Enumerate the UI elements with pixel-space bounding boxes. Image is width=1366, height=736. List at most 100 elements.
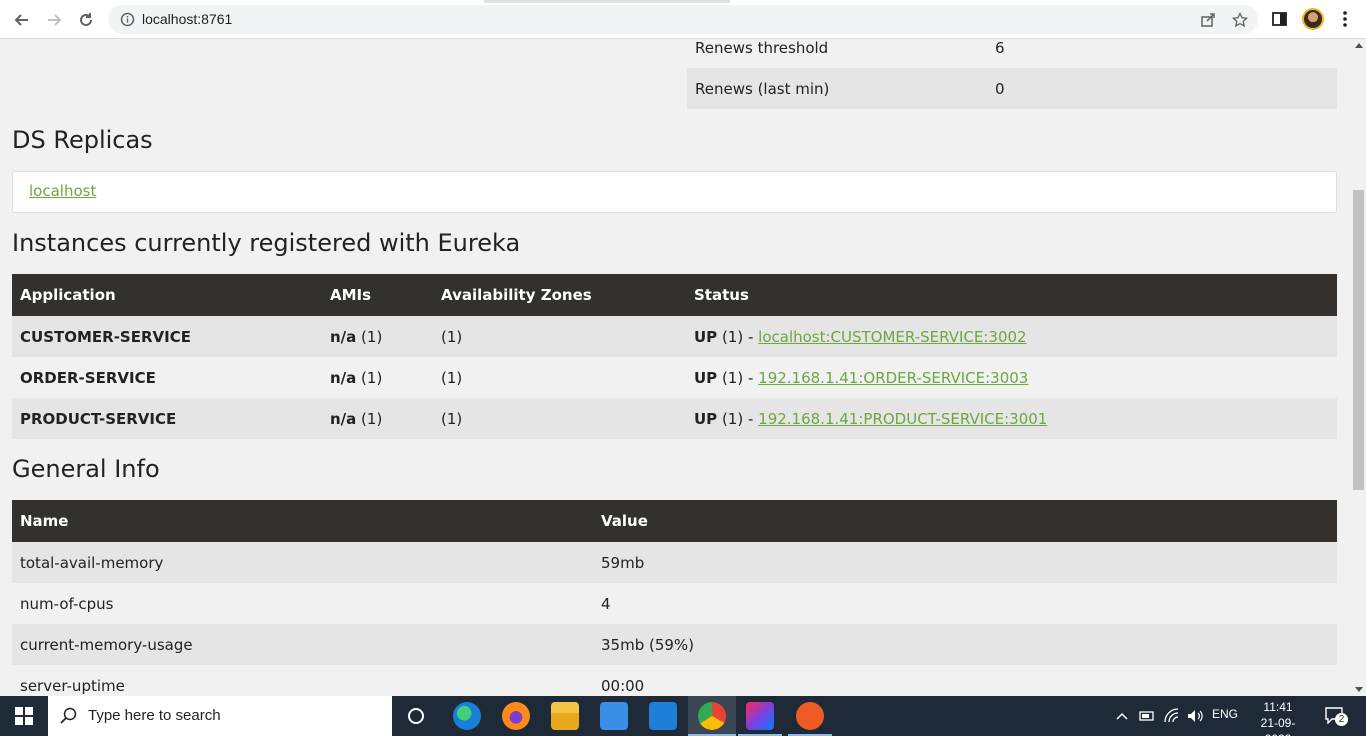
address-bar[interactable]: localhost:8761: [108, 5, 1258, 34]
replica-link[interactable]: localhost: [29, 182, 96, 200]
mail-icon[interactable]: [649, 702, 677, 730]
info-value: 35mb (59%): [593, 624, 1337, 665]
windows-logo-icon: [15, 707, 33, 725]
browser-toolbar: localhost:8761: [0, 0, 1366, 39]
general-info-heading: General Info: [12, 455, 160, 483]
status-value: 0: [995, 79, 1005, 98]
general-info-table: Name Value total-avail-memory 59mb num-o…: [12, 500, 1337, 696]
instance-link[interactable]: localhost:CUSTOMER-SERVICE:3002: [758, 328, 1026, 346]
status-label: Renews (last min): [695, 79, 830, 98]
vertical-scrollbar[interactable]: [1351, 39, 1366, 696]
clock-date: 21-09-2022: [1260, 716, 1296, 736]
page-content: Renews threshold 6 Renews (last min) 0 D…: [0, 39, 1351, 696]
taskbar-search[interactable]: Type here to search: [48, 696, 392, 736]
instance-link[interactable]: 192.168.1.41:PRODUCT-SERVICE:3001: [758, 410, 1047, 428]
back-icon[interactable]: [11, 9, 33, 31]
tab-strip-edge: [484, 0, 730, 3]
side-panel-icon[interactable]: [1270, 9, 1290, 29]
status-cell: UP (1) - 192.168.1.41:ORDER-SERVICE:3003: [686, 357, 1337, 398]
forward-icon[interactable]: [43, 9, 65, 31]
reload-icon[interactable]: [75, 9, 97, 31]
instances-header-row: Application AMIs Availability Zones Stat…: [12, 274, 1337, 316]
col-header-amis: AMIs: [322, 274, 433, 316]
col-header-application: Application: [12, 274, 322, 316]
ami-value: n/a: [330, 409, 357, 428]
app-name: PRODUCT-SERVICE: [12, 398, 322, 439]
status-up: UP: [694, 409, 718, 428]
site-info-icon[interactable]: [120, 12, 135, 27]
ami-cell: n/a (1): [322, 357, 433, 398]
table-row: current-memory-usage 35mb (59%): [12, 624, 1337, 665]
share-icon[interactable]: [1200, 12, 1216, 28]
taskbar-clock[interactable]: 11:41 21-09-2022: [1248, 699, 1308, 736]
status-value: 6: [995, 39, 1005, 57]
url-text[interactable]: localhost:8761: [142, 11, 232, 27]
info-name: current-memory-usage: [12, 624, 593, 665]
battery-icon[interactable]: [1138, 708, 1156, 724]
firefox-icon[interactable]: [502, 702, 530, 730]
ami-cell: n/a (1): [322, 398, 433, 439]
info-name: num-of-cpus: [12, 583, 593, 624]
task-view-icon[interactable]: [402, 702, 430, 730]
search-placeholder[interactable]: Type here to search: [88, 707, 221, 724]
app-name: ORDER-SERVICE: [12, 357, 322, 398]
ami-count: (1): [356, 327, 383, 346]
status-up: UP: [694, 327, 718, 346]
scrollbar-thumb[interactable]: [1353, 190, 1364, 490]
info-value: 4: [593, 583, 1337, 624]
status-up: UP: [694, 368, 718, 387]
ami-value: n/a: [330, 368, 357, 387]
clock-time: 11:41: [1263, 700, 1293, 714]
status-count: (1) -: [717, 409, 759, 428]
volume-icon[interactable]: [1186, 707, 1204, 725]
table-row: total-avail-memory 59mb: [12, 542, 1337, 583]
instances-heading: Instances currently registered with Eure…: [12, 229, 521, 257]
file-explorer-icon[interactable]: [551, 702, 579, 730]
wifi-icon[interactable]: [1163, 707, 1181, 725]
instances-table: Application AMIs Availability Zones Stat…: [12, 274, 1337, 439]
search-icon: [60, 707, 77, 724]
status-count: (1) -: [717, 368, 759, 387]
col-header-status: Status: [686, 274, 1337, 316]
instance-link[interactable]: 192.168.1.41:ORDER-SERVICE:3003: [758, 369, 1028, 387]
ami-value: n/a: [330, 327, 357, 346]
status-label: Renews threshold: [695, 39, 829, 57]
status-cell: UP (1) - localhost:CUSTOMER-SERVICE:3002: [686, 316, 1337, 357]
notification-badge: 2: [1335, 713, 1348, 726]
intellij-icon[interactable]: [746, 702, 774, 730]
bookmark-star-icon[interactable]: [1232, 12, 1248, 28]
postman-icon[interactable]: [796, 702, 824, 730]
menu-kebab-icon[interactable]: [1335, 9, 1355, 29]
windows-taskbar: Type here to search ENG 11:41 21-09-2022…: [0, 696, 1366, 736]
app-name: CUSTOMER-SERVICE: [12, 316, 322, 357]
microsoft-store-icon[interactable]: [600, 702, 628, 730]
ds-replicas-heading: DS Replicas: [12, 126, 153, 154]
col-header-value: Value: [593, 500, 1337, 542]
show-hidden-icons-icon[interactable]: [1115, 710, 1129, 722]
ami-count: (1): [356, 409, 383, 428]
ami-count: (1): [356, 368, 383, 387]
status-row: Renews threshold 6: [687, 39, 1337, 68]
start-button[interactable]: [0, 696, 48, 736]
notification-center[interactable]: 2: [1324, 706, 1348, 726]
profile-avatar[interactable]: [1302, 8, 1324, 30]
status-count: (1) -: [717, 327, 759, 346]
table-row: PRODUCT-SERVICE n/a (1) (1) UP (1) - 192…: [12, 398, 1337, 439]
language-indicator[interactable]: ENG: [1212, 707, 1238, 721]
table-row: server-uptime 00:00: [12, 665, 1337, 696]
ds-replicas-box: localhost: [12, 171, 1337, 213]
scroll-up-arrow-icon[interactable]: [1355, 43, 1363, 48]
table-row: ORDER-SERVICE n/a (1) (1) UP (1) - 192.1…: [12, 357, 1337, 398]
zones-cell: (1): [433, 316, 686, 357]
col-header-zones: Availability Zones: [433, 274, 686, 316]
info-value: 00:00: [593, 665, 1337, 696]
edge-browser-icon[interactable]: [453, 702, 481, 730]
scroll-down-arrow-icon[interactable]: [1355, 687, 1363, 692]
info-name: total-avail-memory: [12, 542, 593, 583]
col-header-name: Name: [12, 500, 593, 542]
general-info-header-row: Name Value: [12, 500, 1337, 542]
zones-cell: (1): [433, 398, 686, 439]
chrome-icon[interactable]: [698, 702, 726, 730]
table-row: CUSTOMER-SERVICE n/a (1) (1) UP (1) - lo…: [12, 316, 1337, 357]
info-name: server-uptime: [12, 665, 593, 696]
